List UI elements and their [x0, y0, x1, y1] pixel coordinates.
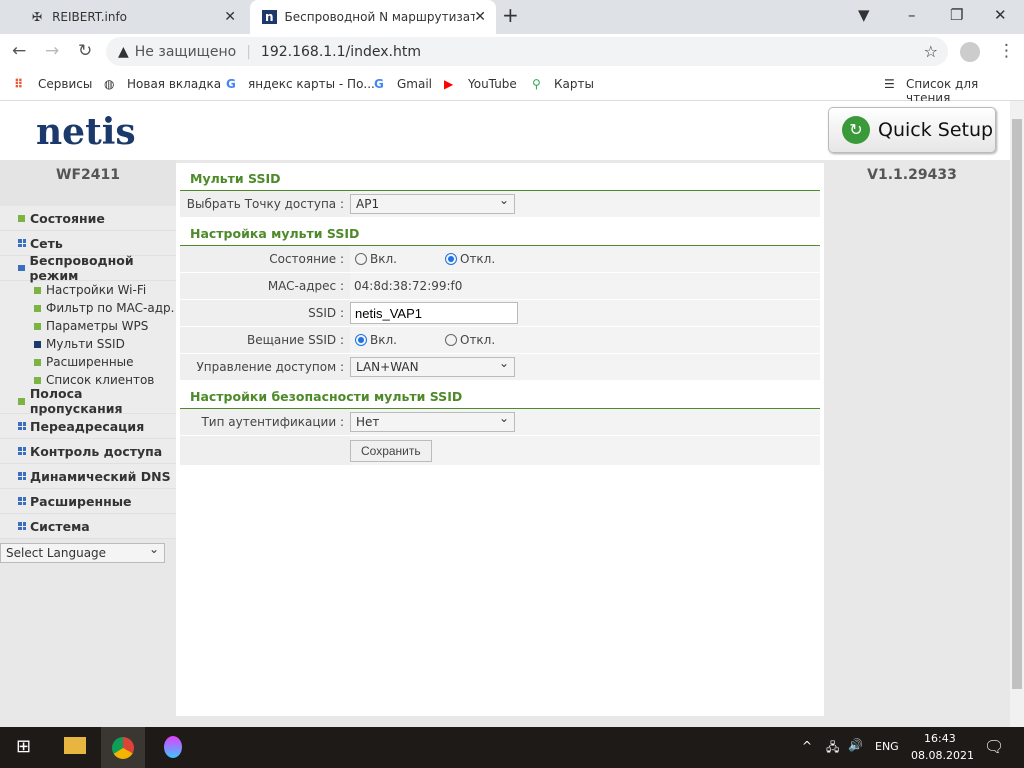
content: Мульти SSID Выбрать Точку доступа :AP1 Н…	[176, 163, 824, 716]
volume-icon[interactable]: 🔊	[848, 738, 863, 752]
menu-icon[interactable]: ⋮	[998, 41, 1015, 61]
reload-icon[interactable]: ↻	[78, 41, 92, 61]
sidebar-item-ddns[interactable]: Динамический DNS	[0, 464, 176, 489]
tab-strip: ✠ REIBERT.info ✕ n Беспроводной N маршрутиз…	[0, 0, 1024, 34]
sidebar-sub-multi-ssid[interactable]: Мульти SSID	[0, 335, 176, 353]
ssid-input[interactable]	[350, 302, 518, 324]
minus-icon	[18, 265, 26, 271]
notifications-icon[interactable]: 🗨	[984, 737, 1004, 756]
bookmark[interactable]: YouTube	[468, 77, 517, 91]
close-window-icon[interactable]: ✕	[994, 6, 1007, 24]
sidebar-item-access-control[interactable]: Контроль доступа	[0, 439, 176, 464]
netis-favicon: n	[262, 10, 277, 24]
google-icon: G	[226, 77, 236, 91]
access-select[interactable]: LAN+WAN	[350, 356, 515, 377]
state-off-radio[interactable]: Откл.	[445, 252, 495, 266]
app-icon[interactable]	[164, 736, 182, 758]
router-page: netis ↻ Quick Setup WF2411 Состояние Сеть…	[0, 101, 1010, 727]
sidebar-item-wireless[interactable]: Беспроводной режим	[0, 253, 176, 283]
chrome-icon[interactable]	[112, 737, 134, 759]
auth-select[interactable]: Нет	[350, 411, 515, 432]
language-select[interactable]: Select Language	[0, 542, 165, 563]
toolbar: ← → ↻ ▲ Не защищено | 192.168.1.1/index.…	[0, 34, 1024, 68]
globe-icon: ◍	[104, 77, 115, 91]
bookmark[interactable]: яндекс карты - По...	[248, 77, 375, 91]
bookmark[interactable]: Карты	[554, 77, 594, 91]
netis-logo: netis	[36, 111, 136, 153]
new-tab-icon[interactable]: +	[502, 3, 519, 27]
warning-icon: ▲	[118, 43, 129, 60]
close-tab-icon[interactable]: ✕	[474, 9, 486, 25]
maps-icon: ⚲	[532, 77, 541, 91]
restore-icon[interactable]: ❐	[950, 6, 963, 24]
tab-search-icon[interactable]: ▼	[858, 6, 870, 24]
broadcast-on-radio[interactable]: Вкл.	[355, 333, 397, 347]
sidebar-item-status[interactable]: Состояние	[0, 206, 176, 231]
back-icon[interactable]: ←	[12, 41, 26, 61]
section-title: Настройки безопасности мульти SSID	[180, 381, 820, 409]
sidebar-sub-wps[interactable]: Параметры WPS	[0, 317, 176, 335]
address-bar[interactable]: ▲ Не защищено | 192.168.1.1/index.htm ☆	[106, 37, 948, 66]
scrollbar[interactable]	[1010, 101, 1024, 727]
sidebar: WF2411 Состояние Сеть Беспроводной режим…	[0, 160, 176, 567]
reading-list-icon: ☰	[884, 77, 895, 91]
sidebar-sub-wifi[interactable]: Настройки Wi-Fi	[0, 281, 176, 299]
url-text: 192.168.1.1/index.htm	[260, 43, 421, 60]
minimize-icon[interactable]: –	[908, 6, 916, 24]
bookmark[interactable]: Сервисы	[38, 77, 92, 91]
save-button[interactable]: Сохранить	[350, 439, 432, 462]
site-icon: ✠	[32, 10, 43, 24]
quick-setup-button[interactable]: ↻ Quick Setup	[828, 107, 996, 153]
taskbar: ⊞ ^ 🖧 🔊 ENG 16:43 08.08.2021 🗨	[0, 727, 1024, 768]
sidebar-item-system[interactable]: Система	[0, 514, 176, 539]
mac-address: 04:8d:38:72:99:f0	[350, 273, 820, 299]
sidebar-item-forwarding[interactable]: Переадресация	[0, 414, 176, 439]
sidebar-item-bandwidth[interactable]: Полоса пропускания	[0, 386, 176, 416]
google-icon: G	[374, 77, 384, 91]
quick-setup-icon: ↻	[842, 116, 870, 144]
sidebar-sub-mac-filter[interactable]: Фильтр по MAC-адр.	[0, 299, 176, 317]
tab-router[interactable]: n Беспроводной N маршрутизато ✕	[250, 0, 496, 34]
chevron-up-icon[interactable]: ^	[802, 739, 812, 753]
close-tab-icon[interactable]: ✕	[224, 9, 236, 25]
bookmarks-bar: ⠿ Сервисы ◍ Новая вкладка G яндекс карты…	[0, 68, 1024, 105]
bookmark[interactable]: Новая вкладка	[127, 77, 221, 91]
sidebar-sub-advanced[interactable]: Расширенные	[0, 353, 176, 371]
bookmark[interactable]: Gmail	[397, 77, 432, 91]
windows-start-icon[interactable]: ⊞	[16, 736, 31, 757]
apps-icon: ⠿	[14, 77, 24, 91]
network-icon[interactable]: 🖧	[826, 738, 839, 759]
profile-icon[interactable]	[960, 42, 980, 62]
firmware-version: V1.1.29433	[867, 167, 957, 183]
sidebar-item-advanced[interactable]: Расширенные	[0, 489, 176, 514]
model-name: WF2411	[0, 160, 176, 206]
broadcast-off-radio[interactable]: Откл.	[445, 333, 495, 347]
star-icon[interactable]: ☆	[924, 42, 938, 61]
section-title: Мульти SSID	[180, 163, 820, 191]
youtube-icon: ▶	[444, 77, 454, 91]
section-title: Настройка мульти SSID	[180, 218, 820, 246]
file-explorer-icon[interactable]	[64, 737, 86, 754]
forward-icon[interactable]: →	[45, 41, 59, 61]
state-on-radio[interactable]: Вкл.	[355, 252, 397, 266]
ap-select[interactable]: AP1	[350, 193, 515, 214]
tab-reibert[interactable]: ✠ REIBERT.info ✕	[10, 0, 246, 34]
